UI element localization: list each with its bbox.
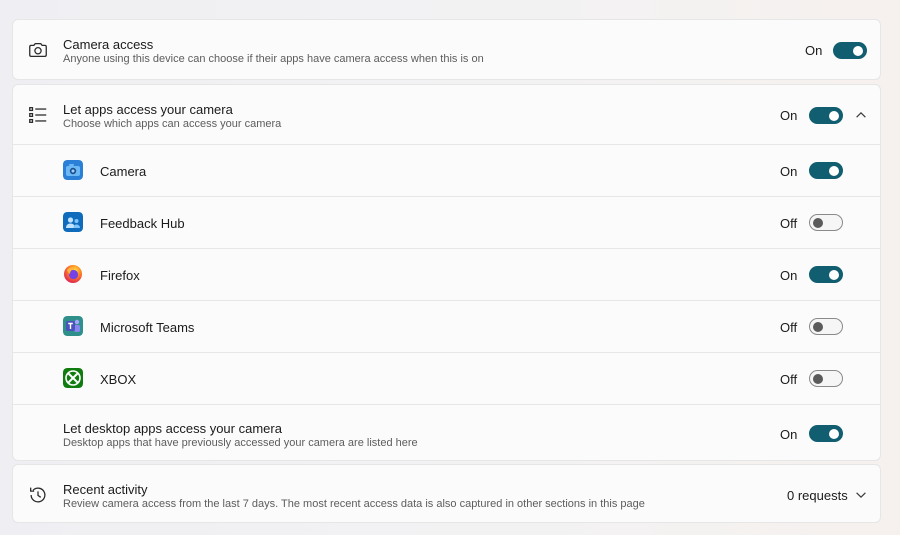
- xbox-app-icon: [63, 368, 83, 388]
- desktop-apps-toggle[interactable]: [809, 425, 843, 442]
- recent-activity-title: Recent activity: [63, 482, 148, 497]
- desktop-apps-subtitle: Desktop apps that have previously access…: [63, 437, 418, 449]
- camera-access-title: Camera access: [63, 37, 154, 52]
- recent-activity-count: 0 requests: [787, 488, 848, 503]
- app-toggle-xbox[interactable]: [809, 370, 843, 387]
- app-toggle-camera[interactable]: [809, 162, 843, 179]
- camera-access-card: Camera access Anyone using this device c…: [12, 19, 881, 80]
- camera-outline-icon: [29, 42, 47, 58]
- let-apps-title: Let apps access your camera: [63, 102, 233, 117]
- app-name-firefox: Firefox: [100, 268, 140, 283]
- app-row-microsoft-teams: Microsoft Teams Off: [13, 301, 880, 353]
- let-apps-subtitle: Choose which apps can access your camera: [63, 118, 282, 130]
- recent-activity-row[interactable]: Recent activity Review camera access fro…: [13, 465, 880, 522]
- desktop-apps-title: Let desktop apps access your camera: [63, 421, 282, 436]
- chevron-up-icon[interactable]: [854, 108, 868, 122]
- let-apps-row[interactable]: Let apps access your camera Choose which…: [13, 85, 880, 145]
- app-name-feedback-hub: Feedback Hub: [100, 216, 185, 231]
- let-apps-state: On: [780, 108, 798, 123]
- desktop-apps-row: Let desktop apps access your camera Desk…: [13, 405, 880, 462]
- desktop-apps-state: On: [780, 427, 798, 442]
- app-row-camera: Camera On: [13, 145, 880, 197]
- app-toggle-firefox[interactable]: [809, 266, 843, 283]
- app-state-xbox: Off: [780, 372, 798, 387]
- microsoft-teams-app-icon: [63, 316, 83, 336]
- chevron-down-icon[interactable]: [854, 488, 868, 502]
- app-row-feedback-hub: Feedback Hub Off: [13, 197, 880, 249]
- firefox-app-icon: [64, 265, 82, 283]
- app-toggle-feedback-hub[interactable]: [809, 214, 843, 231]
- feedback-hub-app-icon: [63, 212, 83, 232]
- app-toggle-microsoft-teams[interactable]: [809, 318, 843, 335]
- app-state-firefox: On: [780, 268, 798, 283]
- list-icon: [29, 107, 47, 123]
- camera-app-icon: [63, 160, 83, 180]
- app-state-camera: On: [780, 164, 798, 179]
- history-icon: [30, 487, 46, 503]
- let-apps-toggle[interactable]: [809, 107, 843, 124]
- camera-access-state: On: [805, 43, 823, 58]
- app-state-microsoft-teams: Off: [780, 320, 798, 335]
- app-name-xbox: XBOX: [100, 372, 137, 387]
- app-state-feedback-hub: Off: [780, 216, 798, 231]
- recent-activity-card[interactable]: Recent activity Review camera access fro…: [12, 464, 881, 523]
- camera-access-toggle[interactable]: [833, 42, 867, 59]
- camera-access-row: Camera access Anyone using this device c…: [13, 20, 880, 79]
- app-row-firefox: Firefox On: [13, 249, 880, 301]
- recent-activity-subtitle: Review camera access from the last 7 day…: [63, 498, 645, 510]
- app-name-microsoft-teams: Microsoft Teams: [100, 320, 195, 335]
- app-name-camera: Camera: [100, 164, 147, 179]
- let-apps-card: Let apps access your camera Choose which…: [12, 84, 881, 461]
- app-row-xbox: XBOX Off: [13, 353, 880, 405]
- camera-access-subtitle: Anyone using this device can choose if t…: [63, 53, 484, 65]
